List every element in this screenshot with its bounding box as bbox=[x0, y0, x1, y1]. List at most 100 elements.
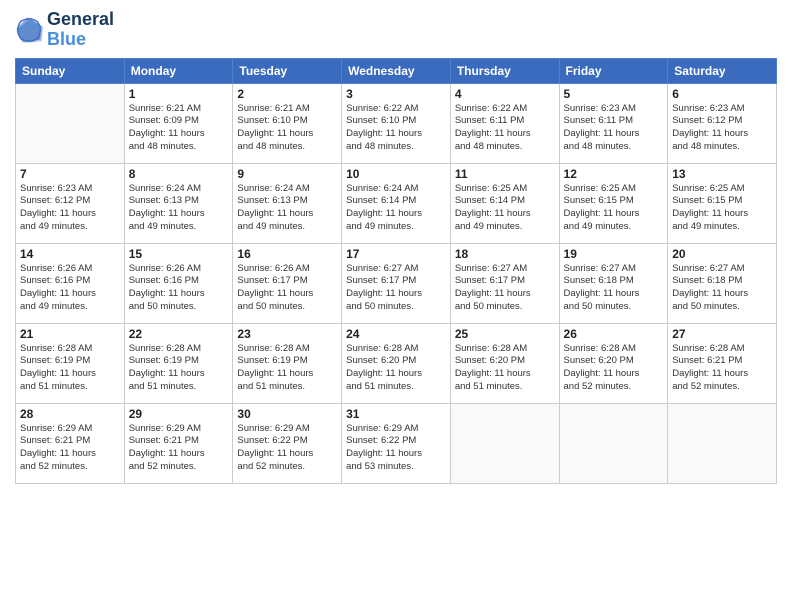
calendar-cell: 25 Sunrise: 6:28 AMSunset: 6:20 PMDayligh… bbox=[450, 323, 559, 403]
day-number: 6 bbox=[672, 87, 772, 101]
day-number: 15 bbox=[129, 247, 229, 261]
calendar-cell: 30Sunrise: 6:29 AMSunset: 6:22 PMDayligh… bbox=[233, 403, 342, 483]
header-day-friday: Friday bbox=[559, 58, 668, 83]
day-number: 18 bbox=[455, 247, 555, 261]
calendar-cell: 5Sunrise: 6:23 AMSunset: 6:11 PMDaylight… bbox=[559, 83, 668, 163]
calendar-cell: 22 Sunrise: 6:28 AMSunset: 6:19 PMDayligh… bbox=[124, 323, 233, 403]
day-info: Sunrise: 6:25 AMSunset: 6:14 PMDaylight:… bbox=[455, 183, 555, 234]
calendar-cell: 4Sunrise: 6:22 AMSunset: 6:11 PMDaylight… bbox=[450, 83, 559, 163]
calendar-cell: 9Sunrise: 6:24 AMSunset: 6:13 PMDaylight… bbox=[233, 163, 342, 243]
day-number: 9 bbox=[237, 167, 337, 181]
calendar-cell bbox=[16, 83, 125, 163]
calendar-cell bbox=[668, 403, 777, 483]
page: General Blue SundayMondayTuesdayWednesda… bbox=[0, 0, 792, 612]
logo-text-blue: Blue bbox=[47, 30, 114, 50]
calendar-cell: 7Sunrise: 6:23 AMSunset: 6:12 PMDaylight… bbox=[16, 163, 125, 243]
day-info: Sunrise: 6:28 AMSunset: 6:19 PMDaylight:… bbox=[237, 343, 337, 394]
day-number: 29 bbox=[129, 407, 229, 421]
calendar-cell: 24 Sunrise: 6:28 AMSunset: 6:20 PMDayligh… bbox=[342, 323, 451, 403]
day-number: 31 bbox=[346, 407, 446, 421]
day-number: 3 bbox=[346, 87, 446, 101]
day-number: 30 bbox=[237, 407, 337, 421]
day-number: 19 bbox=[564, 247, 664, 261]
day-number: 12 bbox=[564, 167, 664, 181]
day-info: Sunrise: 6:21 AMSunset: 6:10 PMDaylight:… bbox=[237, 103, 337, 154]
calendar-cell: 17 Sunrise: 6:27 AMSunset: 6:17 PMDayligh… bbox=[342, 243, 451, 323]
day-info: Sunrise: 6:23 AMSunset: 6:12 PMDaylight:… bbox=[672, 103, 772, 154]
day-number: 2 bbox=[237, 87, 337, 101]
calendar-cell: 10 Sunrise: 6:24 AMSunset: 6:14 PMDayligh… bbox=[342, 163, 451, 243]
day-number: 20 bbox=[672, 247, 772, 261]
day-info: Sunrise: 6:28 AMSunset: 6:19 PMDaylight:… bbox=[20, 343, 120, 394]
calendar-cell: 13Sunrise: 6:25 AMSunset: 6:15 PMDayligh… bbox=[668, 163, 777, 243]
header-day-thursday: Thursday bbox=[450, 58, 559, 83]
calendar-table: SundayMondayTuesdayWednesdayThursdayFrid… bbox=[15, 58, 777, 484]
calendar-cell: 21 Sunrise: 6:28 AMSunset: 6:19 PMDayligh… bbox=[16, 323, 125, 403]
day-info: Sunrise: 6:29 AMSunset: 6:22 PMDaylight:… bbox=[346, 423, 446, 474]
day-info: Sunrise: 6:28 AMSunset: 6:20 PMDaylight:… bbox=[455, 343, 555, 394]
calendar-cell: 1Sunrise: 6:21 AMSunset: 6:09 PMDaylight… bbox=[124, 83, 233, 163]
calendar-cell: 18 Sunrise: 6:27 AMSunset: 6:17 PMDayligh… bbox=[450, 243, 559, 323]
week-row-3: 14Sunrise: 6:26 AMSunset: 6:16 PMDayligh… bbox=[16, 243, 777, 323]
header-day-saturday: Saturday bbox=[668, 58, 777, 83]
week-row-1: 1Sunrise: 6:21 AMSunset: 6:09 PMDaylight… bbox=[16, 83, 777, 163]
header: General Blue bbox=[15, 10, 777, 50]
day-info: Sunrise: 6:22 AMSunset: 6:10 PMDaylight:… bbox=[346, 103, 446, 154]
calendar-cell: 16 Sunrise: 6:26 AMSunset: 6:17 PMDayligh… bbox=[233, 243, 342, 323]
day-number: 24 bbox=[346, 327, 446, 341]
week-row-4: 21 Sunrise: 6:28 AMSunset: 6:19 PMDayligh… bbox=[16, 323, 777, 403]
calendar-cell: 2 Sunrise: 6:21 AMSunset: 6:10 PMDaylight… bbox=[233, 83, 342, 163]
calendar-cell: 6 Sunrise: 6:23 AMSunset: 6:12 PMDaylight… bbox=[668, 83, 777, 163]
day-info: Sunrise: 6:24 AMSunset: 6:14 PMDaylight:… bbox=[346, 183, 446, 234]
calendar-cell: 28 Sunrise: 6:29 AMSunset: 6:21 PMDayligh… bbox=[16, 403, 125, 483]
calendar-cell: 15Sunrise: 6:26 AMSunset: 6:16 PMDayligh… bbox=[124, 243, 233, 323]
day-number: 21 bbox=[20, 327, 120, 341]
day-info: Sunrise: 6:26 AMSunset: 6:16 PMDaylight:… bbox=[20, 263, 120, 314]
day-number: 26 bbox=[564, 327, 664, 341]
day-info: Sunrise: 6:25 AMSunset: 6:15 PMDaylight:… bbox=[564, 183, 664, 234]
calendar-cell bbox=[450, 403, 559, 483]
day-info: Sunrise: 6:28 AMSunset: 6:20 PMDaylight:… bbox=[346, 343, 446, 394]
day-number: 17 bbox=[346, 247, 446, 261]
calendar-cell: 27 Sunrise: 6:28 AMSunset: 6:21 PMDayligh… bbox=[668, 323, 777, 403]
day-info: Sunrise: 6:24 AMSunset: 6:13 PMDaylight:… bbox=[129, 183, 229, 234]
day-number: 23 bbox=[237, 327, 337, 341]
day-info: Sunrise: 6:27 AMSunset: 6:18 PMDaylight:… bbox=[564, 263, 664, 314]
day-number: 10 bbox=[346, 167, 446, 181]
day-info: Sunrise: 6:27 AMSunset: 6:17 PMDaylight:… bbox=[455, 263, 555, 314]
calendar-cell: 31 Sunrise: 6:29 AMSunset: 6:22 PMDayligh… bbox=[342, 403, 451, 483]
day-info: Sunrise: 6:27 AMSunset: 6:18 PMDaylight:… bbox=[672, 263, 772, 314]
calendar-cell: 19 Sunrise: 6:27 AMSunset: 6:18 PMDayligh… bbox=[559, 243, 668, 323]
day-number: 27 bbox=[672, 327, 772, 341]
logo-text-general: General bbox=[47, 10, 114, 30]
week-row-5: 28 Sunrise: 6:29 AMSunset: 6:21 PMDayligh… bbox=[16, 403, 777, 483]
day-info: Sunrise: 6:23 AMSunset: 6:12 PMDaylight:… bbox=[20, 183, 120, 234]
day-info: Sunrise: 6:26 AMSunset: 6:17 PMDaylight:… bbox=[237, 263, 337, 314]
day-info: Sunrise: 6:29 AMSunset: 6:21 PMDaylight:… bbox=[20, 423, 120, 474]
day-info: Sunrise: 6:29 AMSunset: 6:21 PMDaylight:… bbox=[129, 423, 229, 474]
day-number: 1 bbox=[129, 87, 229, 101]
day-number: 22 bbox=[129, 327, 229, 341]
logo-icon bbox=[15, 16, 43, 44]
calendar-header-row: SundayMondayTuesdayWednesdayThursdayFrid… bbox=[16, 58, 777, 83]
day-number: 28 bbox=[20, 407, 120, 421]
day-info: Sunrise: 6:28 AMSunset: 6:19 PMDaylight:… bbox=[129, 343, 229, 394]
calendar-cell: 8 Sunrise: 6:24 AMSunset: 6:13 PMDaylight… bbox=[124, 163, 233, 243]
calendar-cell: 29 Sunrise: 6:29 AMSunset: 6:21 PMDayligh… bbox=[124, 403, 233, 483]
header-day-wednesday: Wednesday bbox=[342, 58, 451, 83]
day-number: 25 bbox=[455, 327, 555, 341]
day-number: 11 bbox=[455, 167, 555, 181]
week-row-2: 7Sunrise: 6:23 AMSunset: 6:12 PMDaylight… bbox=[16, 163, 777, 243]
day-number: 16 bbox=[237, 247, 337, 261]
day-info: Sunrise: 6:27 AMSunset: 6:17 PMDaylight:… bbox=[346, 263, 446, 314]
header-day-monday: Monday bbox=[124, 58, 233, 83]
day-info: Sunrise: 6:25 AMSunset: 6:15 PMDaylight:… bbox=[672, 183, 772, 234]
header-day-sunday: Sunday bbox=[16, 58, 125, 83]
logo: General Blue bbox=[15, 10, 114, 50]
day-number: 5 bbox=[564, 87, 664, 101]
calendar-cell: 26Sunrise: 6:28 AMSunset: 6:20 PMDayligh… bbox=[559, 323, 668, 403]
day-info: Sunrise: 6:28 AMSunset: 6:21 PMDaylight:… bbox=[672, 343, 772, 394]
day-number: 8 bbox=[129, 167, 229, 181]
calendar-cell: 14Sunrise: 6:26 AMSunset: 6:16 PMDayligh… bbox=[16, 243, 125, 323]
day-info: Sunrise: 6:22 AMSunset: 6:11 PMDaylight:… bbox=[455, 103, 555, 154]
